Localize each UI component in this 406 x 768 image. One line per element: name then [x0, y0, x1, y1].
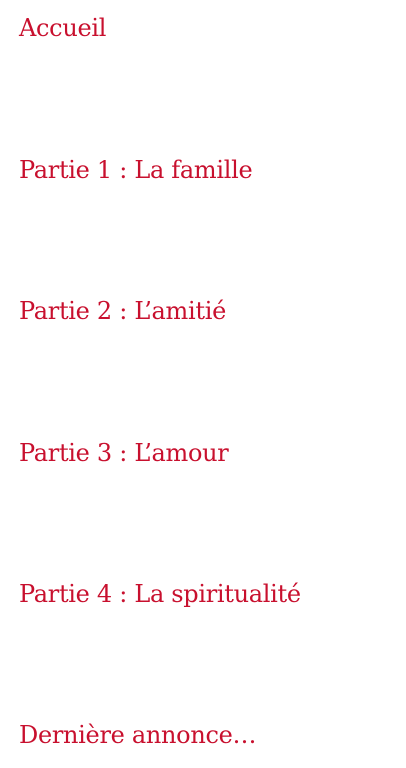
- menu-link-partie-1[interactable]: Partie 1 : La famille: [19, 155, 253, 185]
- main-menu: Accueil Partie 1 : La famille Partie 2 :…: [0, 0, 406, 768]
- menu-link-partie-2[interactable]: Partie 2 : L’amitié: [19, 296, 226, 326]
- menu-link-accueil[interactable]: Accueil: [19, 13, 106, 43]
- menu-link-derniere-annonce[interactable]: Dernière annonce…: [19, 720, 257, 750]
- menu-link-partie-3[interactable]: Partie 3 : L’amour: [19, 438, 229, 468]
- menu-link-partie-4[interactable]: Partie 4 : La spiritualité: [19, 579, 301, 609]
